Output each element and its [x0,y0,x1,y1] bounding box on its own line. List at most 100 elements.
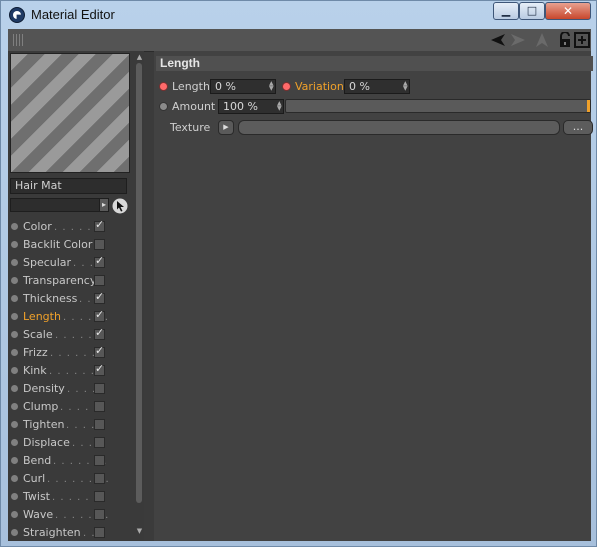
channel-item-straighten[interactable]: Straighten. . [8,524,133,542]
length-value-text: 0 % [215,80,236,93]
channel-bullet-icon [11,313,18,320]
amount-label: Amount [172,100,216,113]
texture-play-icon[interactable]: ▶ [218,120,234,135]
scroll-thumb[interactable] [136,63,142,503]
channel-item-kink[interactable]: Kink. . . . . . . ✓ [8,362,133,380]
checkmark-icon: ✓ [95,344,105,357]
amount-spinner-icon[interactable]: ▲ ▼ [277,101,282,112]
editor-client-area: Hair Mat ▸ Color. . . . . . ✓ Backlit Colo… [8,29,593,542]
channel-bullet-icon [11,529,18,536]
length-label: Length [172,80,210,93]
channel-label: Thickness [23,292,78,305]
channel-checkbox[interactable] [94,491,105,502]
channel-label: Frizz [23,346,48,359]
channel-label: Density [23,382,65,395]
length-value-field[interactable]: 0 % ▲ ▼ [210,79,276,94]
channel-bullet-icon [11,403,18,410]
channel-item-transparency[interactable]: Transparency [8,272,133,290]
channel-bullet-icon [11,511,18,518]
channel-label: Length [23,310,61,323]
channel-item-frizz[interactable]: Frizz. . . . . . . ✓ [8,344,133,362]
channel-item-color[interactable]: Color. . . . . . ✓ [8,218,133,236]
minimize-button[interactable]: ▁ [493,2,519,20]
length-spinner-icon[interactable]: ▲ ▼ [269,81,274,92]
channel-item-specular[interactable]: Specular. . . . ✓ [8,254,133,272]
checkmark-icon: ✓ [95,308,105,321]
channel-checkbox[interactable] [94,239,105,250]
channel-label: Displace [23,436,70,449]
window-title: Material Editor [31,7,115,22]
title-bar[interactable]: Material Editor ▁ □ ✕ [1,1,596,29]
amount-slider[interactable] [285,99,591,113]
channel-bullet-icon [11,493,18,500]
variation-keyframe-dot[interactable] [282,82,291,91]
length-row: Length 0 % ▲ ▼ Variation 0 % ▲ ▼ [158,78,591,96]
channel-bullet-icon [11,223,18,230]
cinema4d-app-icon [9,7,25,23]
channel-label: Backlit Color [23,238,93,251]
channel-item-scale[interactable]: Scale. . . . . . ✓ [8,326,133,344]
checkmark-icon: ✓ [95,326,105,339]
window-bottom-border [1,541,596,547]
channel-checkbox[interactable] [94,275,105,286]
channel-checkbox[interactable] [94,509,105,520]
channel-label: Wave [23,508,54,521]
close-button[interactable]: ✕ [545,2,591,20]
scroll-down-icon[interactable]: ▼ [136,527,143,535]
channel-item-curl[interactable]: Curl. . . . . . . . [8,470,133,488]
amount-keyframe-dot[interactable] [159,102,168,111]
texture-label: Texture [170,121,211,134]
material-name-field[interactable]: Hair Mat [10,178,127,194]
channel-checkbox[interactable] [94,401,105,412]
channel-label: Scale [23,328,53,341]
channel-bullet-icon [11,277,18,284]
channel-item-length[interactable]: Length. . . . . . ✓ [8,308,133,326]
channel-item-tighten[interactable]: Tighten. . . . . [8,416,133,434]
channel-bullet-icon [11,259,18,266]
channel-checkbox[interactable] [94,383,105,394]
channel-item-density[interactable]: Density. . . . . [8,380,133,398]
arrow-back-icon[interactable] [490,32,506,48]
channel-checkbox[interactable] [94,419,105,430]
new-window-icon[interactable] [574,32,590,48]
material-link-field[interactable] [10,198,108,212]
length-keyframe-dot[interactable] [159,82,168,91]
channel-item-twist[interactable]: Twist. . . . . . . [8,488,133,506]
texture-row: Texture ▶ ... [158,119,593,137]
texture-browse-button[interactable]: ... [563,120,593,135]
channel-bullet-icon [11,241,18,248]
toolbar-grip-icon[interactable] [13,34,25,46]
arrow-forward-icon[interactable] [510,32,526,48]
channel-bullet-icon [11,331,18,338]
variation-value-field[interactable]: 0 % ▲ ▼ [344,79,410,94]
channel-item-clump[interactable]: Clump. . . . . . [8,398,133,416]
channel-list-scrollbar[interactable]: ▲ ▼ [135,51,144,541]
channel-item-thickness[interactable]: Thickness. . . ✓ [8,290,133,308]
channel-bullet-icon [11,367,18,374]
channel-bullet-icon [11,439,18,446]
material-preview-swatch[interactable] [10,53,130,173]
channel-checkbox[interactable] [94,437,105,448]
channel-item-backlit-color[interactable]: Backlit Color [8,236,133,254]
checkmark-icon: ✓ [95,290,105,303]
channel-label: Color [23,220,52,233]
amount-slider-handle[interactable] [587,100,590,112]
channel-checkbox[interactable] [94,473,105,484]
section-title: Length [156,56,593,71]
channel-checkbox[interactable] [94,527,105,538]
arrow-up-icon[interactable] [534,32,550,48]
channel-bullet-icon [11,349,18,356]
maximize-button[interactable]: □ [519,2,545,20]
variation-spinner-icon[interactable]: ▲ ▼ [403,81,408,92]
lock-icon[interactable] [557,32,573,48]
amount-value-field[interactable]: 100 % ▲ ▼ [218,99,284,114]
material-link-arrow-button[interactable]: ▸ [99,198,109,212]
channel-checkbox[interactable] [94,455,105,466]
channel-item-wave[interactable]: Wave. . . . . . . [8,506,133,524]
channel-bullet-icon [11,295,18,302]
channel-item-displace[interactable]: Displace. . . . [8,434,133,452]
channel-item-bend[interactable]: Bend. . . . . . . [8,452,133,470]
scroll-up-icon[interactable]: ▲ [136,53,143,61]
texture-link-field[interactable] [238,120,560,135]
pointer-picker-icon[interactable] [112,198,128,214]
